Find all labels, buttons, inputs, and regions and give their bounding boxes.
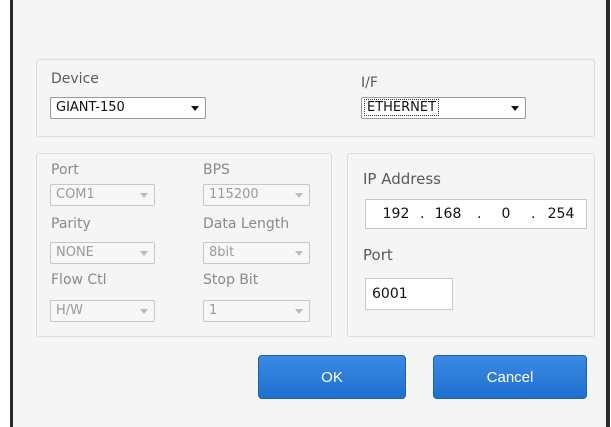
chevron-down-icon [140,193,148,198]
parity-select[interactable]: NONE [50,242,155,264]
bps-label: BPS [203,162,230,178]
ip-octet-1[interactable]: 192 [380,206,412,222]
chevron-down-icon [295,309,303,314]
stop-bit-select[interactable]: 1 [203,300,310,322]
data-length-select[interactable]: 8bit [203,242,310,264]
ok-button[interactable]: OK [258,355,406,399]
serial-port-label: Port [51,162,79,178]
serial-settings-group: Port COM1 BPS 115200 Parity NONE Data Le… [36,153,332,337]
window-frame: Device GIANT-150 I/F ETHERNET Port COM1 … [0,0,611,427]
serial-port-select[interactable]: COM1 [50,184,155,206]
bps-value: 115200 [209,187,259,202]
interface-select-value: ETHERNET [363,99,440,116]
ip-address-label: IP Address [363,170,441,188]
flow-control-label: Flow Ctl [51,272,107,288]
chevron-down-icon [295,193,303,198]
device-select[interactable]: GIANT-150 [50,97,206,119]
parity-label: Parity [51,216,91,232]
chevron-down-icon [140,251,148,256]
connection-settings-dialog: Device GIANT-150 I/F ETHERNET Port COM1 … [13,0,606,427]
device-label: Device [51,71,99,87]
ip-separator: . [477,206,482,222]
network-settings-group: IP Address 192 . 168 . 0 . 254 Port 6001 [347,153,595,337]
data-length-value: 8bit [209,245,235,260]
chevron-down-icon [295,251,303,256]
stop-bit-value: 1 [209,303,218,318]
ip-octet-2[interactable]: 168 [432,206,464,222]
interface-select[interactable]: ETHERNET [361,97,526,119]
data-length-label: Data Length [203,216,290,232]
interface-label: I/F [361,75,378,91]
flow-control-value: H/W [56,303,84,318]
device-group: Device GIANT-150 I/F ETHERNET [36,59,595,137]
chevron-down-icon [140,309,148,314]
flow-control-select[interactable]: H/W [50,300,155,322]
chevron-down-icon [191,106,199,111]
window-border-right [606,0,610,427]
ip-separator: . [531,206,536,222]
ip-octet-4[interactable]: 254 [544,206,578,222]
cancel-button[interactable]: Cancel [433,355,587,399]
serial-port-value: COM1 [56,187,95,202]
ip-address-input[interactable]: 192 . 168 . 0 . 254 [365,199,587,229]
device-select-value: GIANT-150 [56,100,125,115]
network-port-label: Port [363,246,393,264]
ip-separator: . [420,206,425,222]
ip-octet-3[interactable]: 0 [494,206,518,222]
stop-bit-label: Stop Bit [203,272,259,288]
network-port-input[interactable]: 6001 [365,278,453,310]
parity-value: NONE [56,245,94,260]
bps-select[interactable]: 115200 [203,184,310,206]
chevron-down-icon [511,106,519,111]
